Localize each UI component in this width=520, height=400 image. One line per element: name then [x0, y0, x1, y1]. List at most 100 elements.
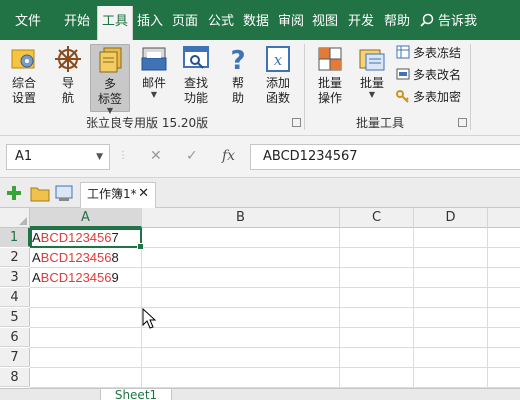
group-separator: [470, 44, 471, 130]
tab-tools[interactable]: 工具: [97, 6, 133, 40]
tab-insert[interactable]: 插入: [134, 8, 166, 36]
cell-a2-prefix: A: [32, 250, 41, 265]
cell-a2-suffix: 8: [111, 250, 119, 265]
workbook-list-icon[interactable]: [54, 184, 74, 202]
batch-dd-label-1: 批量: [359, 76, 384, 90]
formula-input[interactable]: ABCD1234567: [250, 144, 520, 170]
multi-tab-label-2: 标签: [97, 92, 122, 106]
row-header-4[interactable]: 4: [0, 288, 30, 307]
tell-me-search[interactable]: 告诉我: [420, 8, 490, 36]
settings-button[interactable]: 综合 设置: [4, 44, 44, 106]
freeze-icon: [396, 45, 410, 59]
column-header-a[interactable]: A: [30, 208, 142, 228]
add-icon[interactable]: [6, 185, 22, 201]
cell-a3-suffix: 9: [111, 270, 119, 285]
key-icon: [396, 90, 409, 103]
cancel-icon[interactable]: ✕: [150, 148, 162, 164]
column-header-d[interactable]: D: [414, 208, 488, 228]
name-box-value: A1: [15, 149, 33, 164]
tab-view[interactable]: 视图: [308, 8, 342, 36]
tab-formulas[interactable]: 公式: [204, 8, 238, 36]
cell-a2-red: BCD123456: [40, 250, 112, 265]
group-title-zll: 张立良专用版 15.20版: [86, 116, 209, 130]
add-function-label-1: 添加: [265, 76, 290, 90]
settings-label-2: 设置: [11, 91, 36, 105]
mouse-pointer-icon: [142, 308, 157, 329]
find-label-2: 功能: [183, 91, 208, 105]
rename-label: 多表改名: [413, 68, 462, 82]
grid-line: [30, 287, 520, 288]
mail-button[interactable]: 邮件 ▼: [134, 44, 174, 99]
row-header-7[interactable]: 7: [0, 348, 30, 367]
spreadsheet-grid: A B C D 1 2 3 4 5 6 7 8 ABCD1234567 ABCD…: [0, 208, 520, 388]
grid-line: [413, 228, 414, 388]
mail-label-1: 邮件: [141, 76, 166, 90]
tab-page-layout[interactable]: 页面: [168, 8, 202, 36]
tab-file[interactable]: 文件: [6, 8, 50, 36]
workbook-tab[interactable]: 工作簿1* ✕: [80, 182, 156, 208]
grid-line: [339, 228, 340, 388]
group-launcher-icon[interactable]: [458, 118, 467, 127]
multi-tab-label-1: 多: [103, 77, 116, 91]
column-header-c[interactable]: C: [340, 208, 414, 228]
row-header-1[interactable]: 1: [0, 228, 30, 247]
freeze-sheets-button[interactable]: 多表冻结: [396, 44, 461, 62]
find-label-1: 查找: [183, 76, 208, 90]
batch-operation-button[interactable]: 批量 操作: [310, 44, 350, 106]
tab-data[interactable]: 数据: [240, 8, 272, 36]
multi-tab-button[interactable]: 多 标签 ▼: [90, 44, 130, 115]
column-header-next[interactable]: [488, 208, 520, 228]
close-icon[interactable]: ✕: [138, 183, 149, 205]
help-label-1: 帮: [231, 76, 244, 90]
formula-bar: A1 ▼ ⋮ ✕ ✓ fx ABCD1234567: [0, 136, 520, 178]
active-cell-selection[interactable]: [30, 228, 144, 250]
add-function-button[interactable]: x 添加 函数: [258, 44, 298, 106]
ribbon-tab-bar: 文件 开始 工具 插入 页面 公式 数据 审阅 视图 开发 帮助 告诉我: [0, 0, 520, 40]
tab-developer[interactable]: 开发: [344, 8, 378, 36]
find-function-button[interactable]: 查找 功能: [176, 44, 216, 106]
row-header-5[interactable]: 5: [0, 308, 30, 327]
cell-a3-red: BCD123456: [40, 270, 112, 285]
row-header-8[interactable]: 8: [0, 368, 30, 387]
grid-line: [30, 327, 520, 328]
navigation-label-1: 导: [61, 76, 74, 90]
cell-a2[interactable]: ABCD1234568: [32, 248, 119, 267]
row-header-6[interactable]: 6: [0, 328, 30, 347]
select-all-corner[interactable]: [0, 208, 30, 228]
batch-dropdown-icon: [359, 49, 385, 71]
tab-review[interactable]: 审阅: [274, 8, 308, 36]
help-button[interactable]: ? 帮 助: [218, 44, 258, 106]
grid-line: [30, 347, 520, 348]
help-icon: ?: [230, 46, 245, 74]
rename-sheets-button[interactable]: 多表改名: [396, 66, 461, 84]
navigation-button[interactable]: 导 航: [48, 44, 88, 106]
chevron-down-icon[interactable]: ▼: [96, 145, 103, 169]
batch-op-label-2: 操作: [317, 91, 342, 105]
workbook-tab-label: 工作簿1*: [87, 187, 137, 201]
column-header-b[interactable]: B: [142, 208, 340, 228]
svg-text:x: x: [274, 51, 283, 69]
folder-icon[interactable]: [30, 184, 50, 202]
encrypt-label: 多表加密: [413, 90, 462, 104]
cell-a3[interactable]: ABCD1234569: [32, 268, 119, 287]
ribbon: 综合 设置 导 航 多 标签 ▼ 邮件 ▼ 查找 功能 ? 帮 助 x 添加 函…: [0, 40, 520, 136]
group-title-batch-tools: 批量工具: [356, 116, 405, 130]
drag-handle-icon: ⋮: [118, 150, 128, 161]
insert-function-icon[interactable]: fx: [222, 148, 235, 164]
sheet-tab-sheet1[interactable]: Sheet1: [100, 389, 172, 400]
sheet-tab-bar: Sheet1: [0, 388, 520, 400]
mail-icon: [141, 47, 167, 71]
freeze-label: 多表冻结: [413, 46, 462, 60]
row-header-3[interactable]: 3: [0, 268, 30, 287]
group-launcher-icon[interactable]: [292, 118, 301, 127]
row-header-2[interactable]: 2: [0, 248, 30, 267]
chevron-down-icon: ▼: [368, 90, 376, 99]
workbook-tab-strip: 工作簿1* ✕: [0, 178, 520, 208]
encrypt-sheets-button[interactable]: 多表加密: [396, 88, 461, 106]
batch-dropdown-button[interactable]: 批量 ▼: [352, 44, 392, 99]
tab-home[interactable]: 开始: [58, 8, 96, 36]
name-box[interactable]: A1 ▼: [6, 144, 110, 170]
tab-help[interactable]: 帮助: [380, 8, 414, 36]
confirm-icon[interactable]: ✓: [186, 148, 198, 164]
settings-icon: [11, 49, 35, 69]
